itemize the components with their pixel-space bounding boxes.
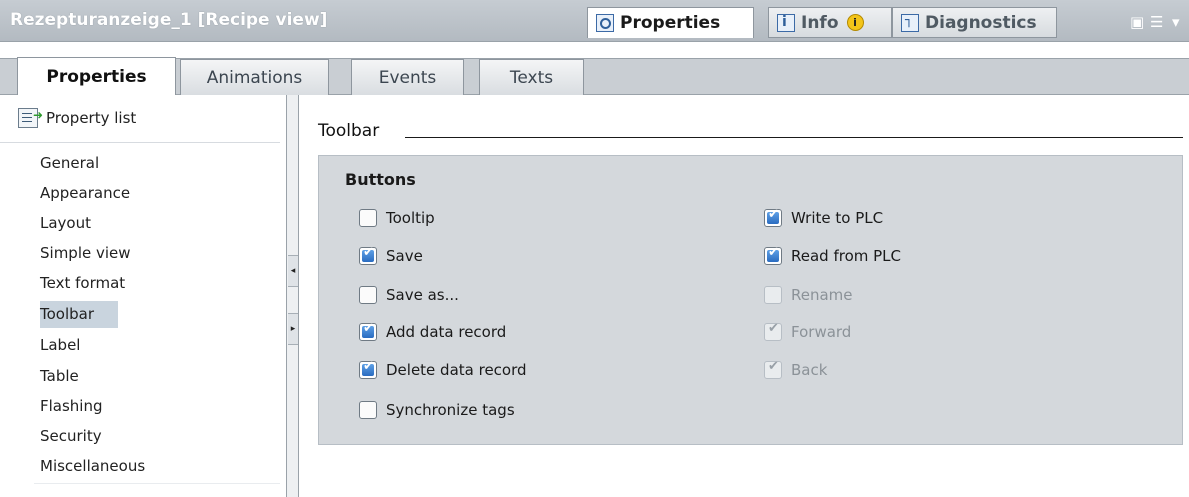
checkbox-icon[interactable]: [359, 245, 377, 265]
nav-separator: [0, 142, 280, 143]
nav-item-table[interactable]: Table: [34, 363, 280, 390]
nav-item-security[interactable]: Security: [34, 423, 280, 450]
title-bar: Rezepturanzeige_1 [Recipe view] Properti…: [0, 0, 1189, 42]
checkbox-label: Save as...: [386, 286, 459, 304]
tab-diagnostics-label: Diagnostics: [925, 12, 1037, 33]
restore-icon[interactable]: ▣: [1130, 13, 1144, 31]
checkbox-save[interactable]: Save: [359, 245, 423, 267]
checkbox-icon: [764, 321, 782, 341]
checkbox-rename: Rename: [764, 284, 853, 306]
checkbox-label: Read from PLC: [791, 247, 902, 265]
buttons-group: Buttons Tooltip Save Save as... Add data…: [318, 155, 1183, 445]
property-nav: Property list General Appearance Layout …: [0, 95, 280, 497]
nav-item-miscellaneous[interactable]: Miscellaneous: [34, 453, 280, 480]
checkbox-icon[interactable]: [359, 286, 377, 304]
checkbox-forward: Forward: [764, 321, 851, 343]
checkbox-label: Rename: [791, 286, 853, 304]
nav-item-simple-view[interactable]: Simple view: [34, 240, 280, 267]
nav-item-label: Security: [40, 427, 102, 445]
checkbox-tooltip[interactable]: Tooltip: [359, 207, 435, 229]
tab-info-label: Info: [801, 12, 839, 33]
checkbox-icon[interactable]: [359, 209, 377, 227]
checkbox-icon: [764, 286, 782, 304]
nav-item-label-section[interactable]: Label: [34, 332, 280, 359]
nav-item-label: Layout: [40, 214, 91, 232]
subtab-animations[interactable]: Animations: [180, 59, 329, 95]
subtab-strip: [0, 58, 1189, 95]
chevron-down-icon[interactable]: ▾: [1172, 13, 1180, 31]
checkbox-icon[interactable]: [764, 245, 782, 265]
info-badge: i: [846, 14, 864, 31]
checkbox-save-as[interactable]: Save as...: [359, 284, 459, 306]
checkbox-back: Back: [764, 359, 827, 381]
subtab-properties[interactable]: Properties: [17, 57, 176, 96]
nav-item-general[interactable]: General: [34, 150, 280, 177]
checkbox-label: Write to PLC: [791, 209, 884, 227]
nav-item-flashing[interactable]: Flashing: [34, 393, 280, 420]
window-title: Rezepturanzeige_1 [Recipe view]: [10, 10, 328, 30]
nav-item-label: Table: [40, 367, 79, 385]
nav-item-label: Simple view: [40, 244, 131, 262]
nav-item-label: Flashing: [40, 397, 103, 415]
subtab-texts[interactable]: Texts: [479, 59, 584, 95]
tab-info[interactable]: Info i: [768, 7, 892, 38]
nav-item-label: Label: [40, 336, 81, 354]
tab-properties[interactable]: Properties: [587, 7, 754, 38]
subtab-animations-label: Animations: [206, 67, 303, 88]
nav-item-label: Appearance: [40, 184, 131, 202]
nav-item-label: Toolbar: [40, 305, 95, 323]
subtab-texts-label: Texts: [509, 67, 554, 88]
info-icon: [777, 13, 795, 32]
property-list-header[interactable]: Property list: [18, 108, 136, 128]
layout-icon[interactable]: ☰: [1150, 13, 1163, 31]
section-rule: [405, 137, 1183, 138]
nav-item-label: Text format: [40, 274, 126, 292]
panel-splitter[interactable]: ◂ ▸: [286, 95, 299, 497]
checkbox-label: Delete data record: [386, 361, 527, 379]
group-title: Buttons: [345, 170, 416, 189]
checkbox-icon[interactable]: [359, 321, 377, 341]
property-list-label: Property list: [46, 109, 137, 127]
checkbox-icon[interactable]: [359, 359, 377, 379]
tab-properties-label: Properties: [620, 13, 721, 33]
checkbox-read-from-plc[interactable]: Read from PLC: [764, 245, 901, 267]
tab-diagnostics[interactable]: Diagnostics: [892, 7, 1057, 38]
checkbox-label: Tooltip: [386, 209, 435, 227]
checkbox-label: Save: [386, 247, 423, 265]
checkbox-label: Add data record: [386, 323, 507, 341]
checkbox-write-to-plc[interactable]: Write to PLC: [764, 207, 883, 229]
property-list-icon: [18, 108, 43, 128]
checkbox-label: Forward: [791, 323, 852, 341]
checkbox-delete-data-record[interactable]: Delete data record: [359, 359, 527, 381]
checkbox-label: Synchronize tags: [386, 401, 515, 419]
nav-item-appearance[interactable]: Appearance: [34, 180, 280, 207]
checkbox-icon[interactable]: [764, 207, 782, 227]
subtab-events[interactable]: Events: [351, 59, 464, 95]
checkbox-synchronize-tags[interactable]: Synchronize tags: [359, 399, 515, 421]
magnifier-icon: [596, 14, 614, 32]
checkbox-add-data-record[interactable]: Add data record: [359, 321, 506, 343]
expand-right-icon[interactable]: ▸: [288, 313, 298, 345]
nav-item-label: General: [40, 154, 100, 172]
nav-divider: [34, 483, 280, 484]
collapse-left-icon[interactable]: ◂: [288, 255, 298, 287]
checkbox-label: Back: [791, 361, 828, 379]
subtab-bar: Properties Animations Events Texts: [0, 42, 1189, 96]
checkbox-icon[interactable]: [359, 401, 377, 419]
section-title: Toolbar: [318, 121, 380, 141]
nav-item-layout[interactable]: Layout: [34, 210, 280, 237]
diagnostics-icon: [901, 13, 919, 32]
nav-item-label: Miscellaneous: [40, 457, 146, 475]
nav-item-toolbar[interactable]: Toolbar: [40, 301, 118, 328]
subtab-properties-label: Properties: [46, 67, 147, 87]
nav-item-text-format[interactable]: Text format: [34, 270, 280, 297]
subtab-events-label: Events: [378, 67, 437, 88]
checkbox-icon: [764, 359, 782, 379]
